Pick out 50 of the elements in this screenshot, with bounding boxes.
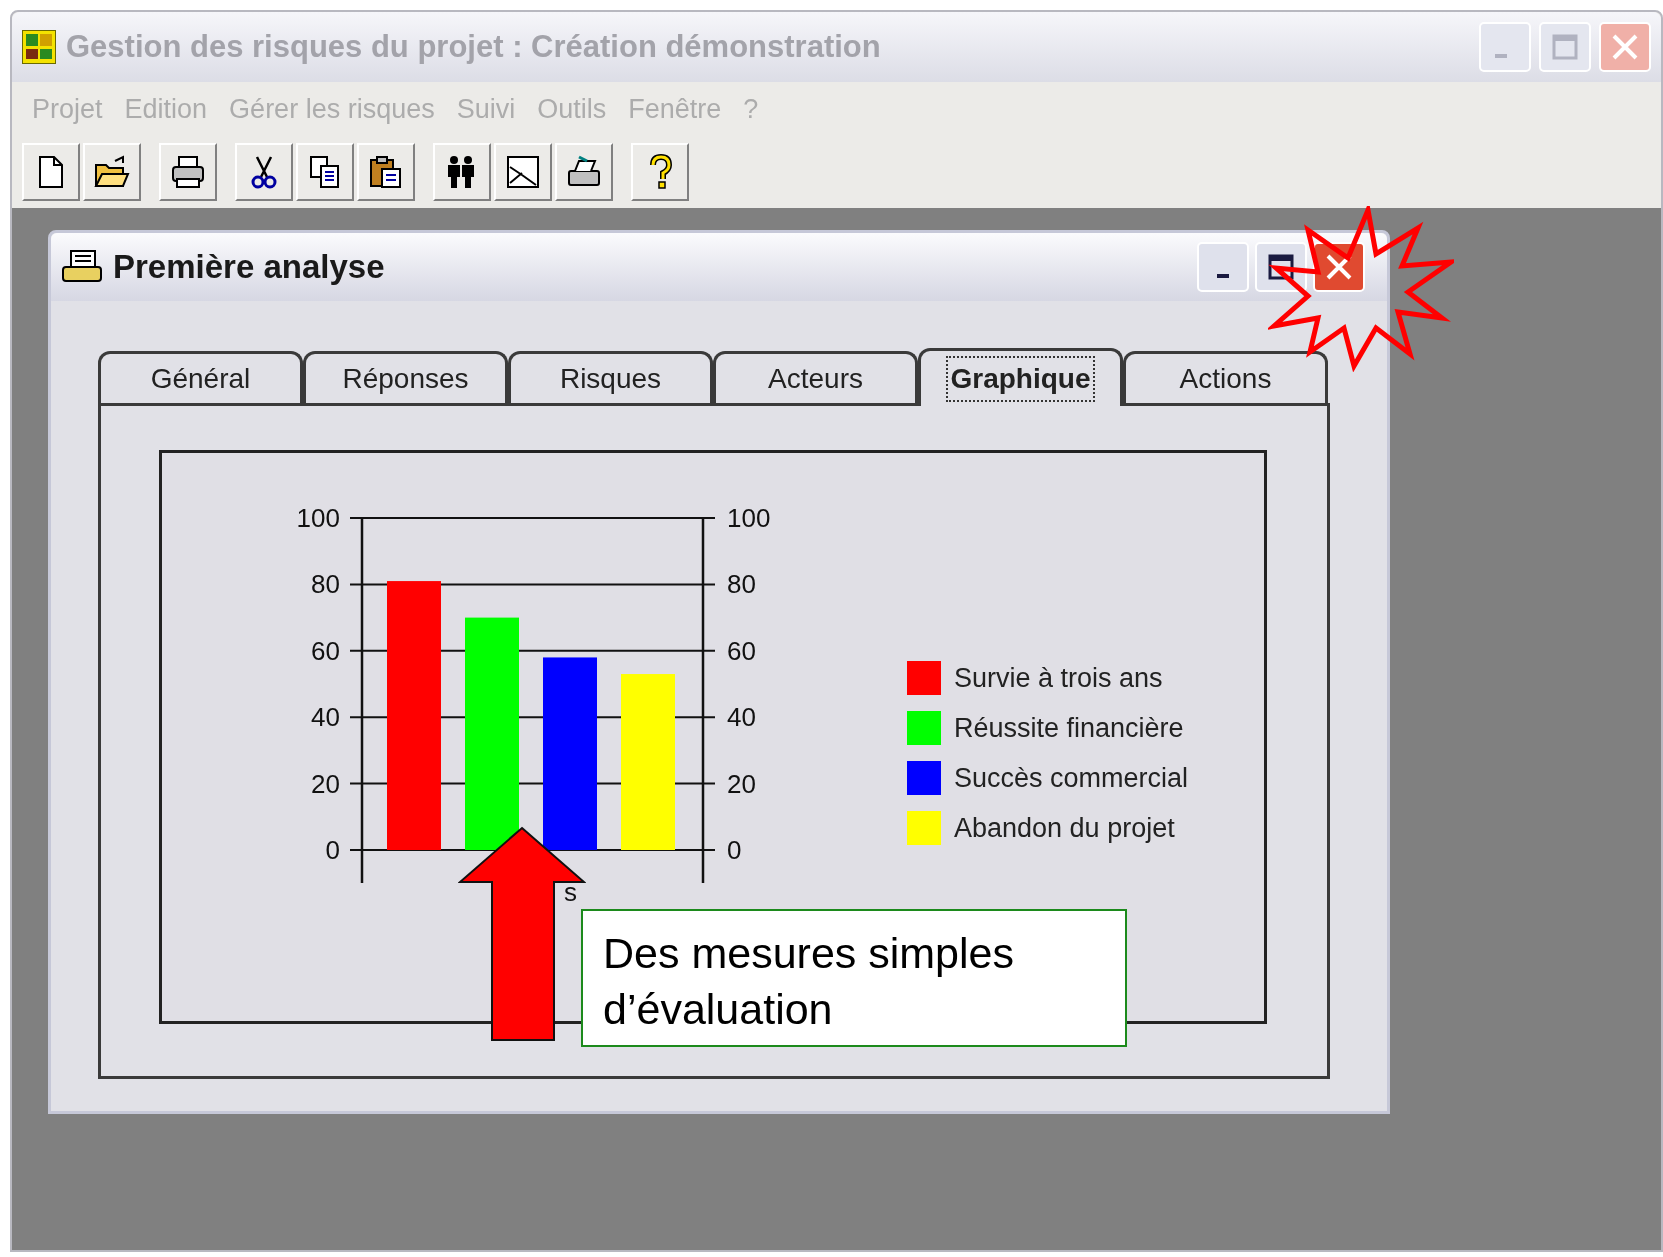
legend-label: Abandon du projet: [954, 813, 1175, 843]
callout-text: Des mesures simples d’évaluation: [581, 909, 1127, 1047]
minimize-icon: [1217, 274, 1229, 278]
toolbar-button[interactable]: [296, 143, 354, 201]
axis-tick-label: 60: [727, 635, 756, 666]
toolbar-button[interactable]: [433, 143, 491, 201]
axis-tick-label: 0: [325, 835, 340, 865]
maximize-icon: [1552, 34, 1578, 60]
axis-tick-label: 40: [311, 702, 340, 733]
axis-tick-label: 20: [311, 768, 340, 799]
axis-tick-label: 40: [727, 702, 756, 733]
toolbar-button[interactable]: [631, 143, 689, 201]
axis-label: s: [564, 877, 577, 907]
toolbar-button[interactable]: [159, 143, 217, 201]
legend-label: Succès commercial: [954, 763, 1189, 793]
axis-tick-label: 80: [311, 569, 340, 600]
toolbar-button[interactable]: [22, 143, 80, 201]
axis-tick-label: 60: [311, 635, 340, 666]
printer-icon: [61, 249, 103, 285]
printer-icon: [169, 153, 207, 191]
window-title: Gestion des risques du projet : Création démonstration: [66, 27, 882, 66]
legend-swatch: [907, 711, 941, 745]
minimize-icon: [1495, 54, 1507, 58]
legend-swatch: [907, 761, 941, 795]
close-icon: [1325, 253, 1353, 281]
axis-tick-label: 0: [727, 835, 742, 865]
toolbar-button[interactable]: [83, 143, 141, 201]
maximize-icon: [1268, 254, 1294, 280]
legend-swatch: [907, 811, 941, 845]
toolbar-button[interactable]: [235, 143, 293, 201]
tab[interactable]: Graphique: [918, 348, 1123, 406]
legend-label: Survie à trois ans: [954, 663, 1163, 693]
tab[interactable]: Général: [98, 351, 303, 403]
toolbar-button[interactable]: [494, 143, 552, 201]
toolbar-button[interactable]: [357, 143, 415, 201]
close-icon: [1611, 33, 1639, 61]
axis-tick-label: 20: [727, 768, 756, 799]
axis-tick-label: 100: [727, 503, 771, 533]
toolbar-button[interactable]: [555, 143, 613, 201]
axis-tick-label: 100: [296, 503, 340, 533]
app-logo-icon: [22, 30, 56, 64]
legend-swatch: [907, 661, 941, 695]
tab[interactable]: Actions: [1123, 351, 1328, 403]
tab[interactable]: Risques: [508, 351, 713, 403]
window-title: Première analyse: [113, 247, 386, 288]
tab[interactable]: Réponses: [303, 351, 508, 403]
axis-tick-label: 80: [727, 569, 756, 600]
graph-icon: [504, 153, 542, 191]
legend-label: Réussite financière: [954, 713, 1184, 743]
tab[interactable]: Acteurs: [713, 351, 918, 403]
